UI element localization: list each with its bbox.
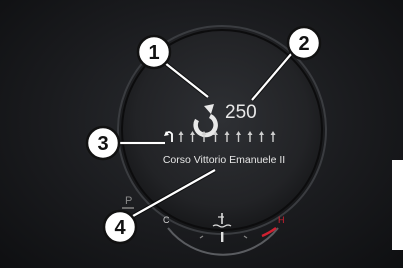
gauge-tick [243,235,248,239]
gear-indicator: P [125,195,132,207]
svg-text:1: 1 [148,42,159,64]
gauge-needle [221,232,224,242]
instrument-cluster-screenshot: 250 Corso Vittorio Emanuele II P C H 1 2… [0,0,403,271]
svg-text:4: 4 [114,217,126,239]
svg-text:2: 2 [298,33,309,55]
gauge-tick [199,235,204,239]
svg-text:3: 3 [97,133,108,155]
gauge-hot-label: H [278,215,285,225]
page-margin [392,160,403,250]
gauge-cold-label: C [163,215,170,225]
distance-value: 250 [225,102,257,123]
gear-underline [122,207,134,209]
cluster-graphics: 250 Corso Vittorio Emanuele II P C H 1 2… [85,25,327,256]
lane-straight-arrows [178,131,276,142]
street-name: Corso Vittorio Emanuele II [163,154,285,166]
callout-2: 2 [286,25,322,61]
callout-4: 4 [102,209,138,245]
callout-3: 3 [85,125,121,161]
callout-1: 1 [136,34,172,70]
